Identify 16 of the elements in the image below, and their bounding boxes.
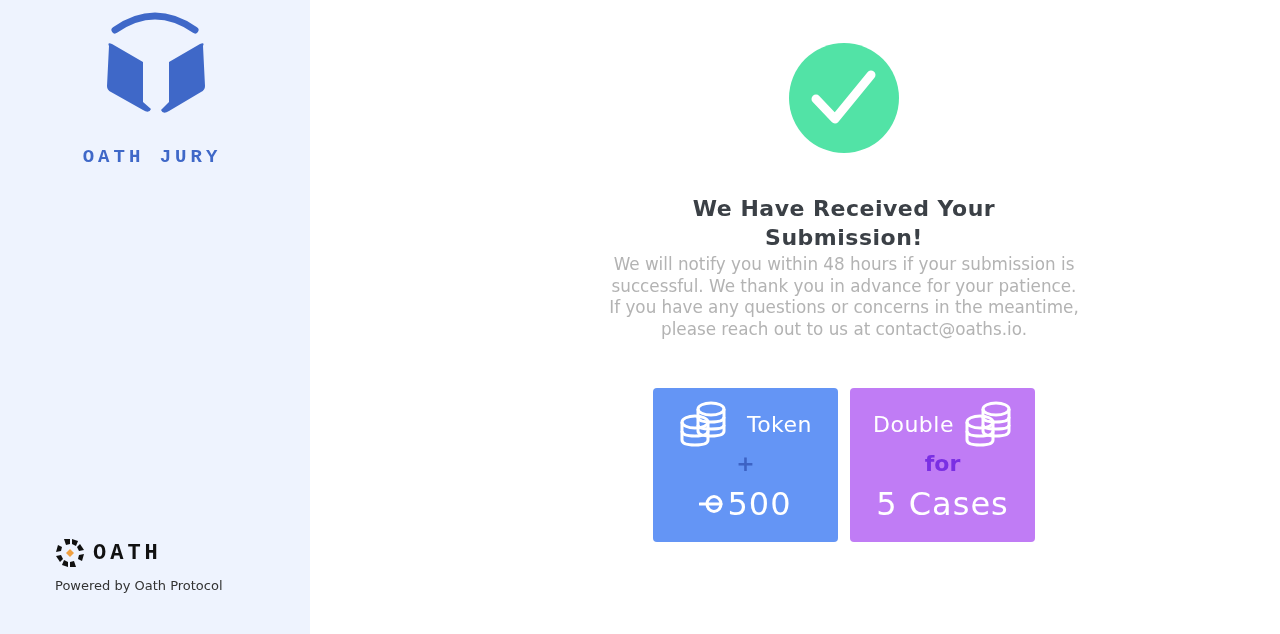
logo-text: OATH JURY bbox=[82, 146, 222, 168]
joiner-text: for bbox=[924, 451, 961, 477]
powered-by-text: Powered by Oath Protocol bbox=[55, 578, 224, 593]
card-label: Double bbox=[873, 411, 954, 437]
hexagon-logo-icon bbox=[55, 538, 85, 568]
joiner-text: + bbox=[736, 451, 755, 477]
card-value: 500 bbox=[727, 485, 792, 523]
token-symbol-icon bbox=[699, 495, 724, 513]
success-check-icon bbox=[789, 43, 899, 153]
coin-stack-icon bbox=[964, 401, 1012, 447]
notification-message: We will notify you within 48 hours if your submission is successful. We thank you in advance for your patience. If you have any questions or concerns in the meantime, please reach out to us at contact@oaths.io. bbox=[608, 254, 1080, 340]
brand-name: OATH bbox=[93, 540, 162, 566]
success-title: We Have Received Your Submission! bbox=[691, 195, 997, 252]
card-label: Token bbox=[746, 411, 813, 437]
coin-stack-icon bbox=[678, 401, 727, 447]
card-value: 5 Cases bbox=[876, 485, 1009, 523]
